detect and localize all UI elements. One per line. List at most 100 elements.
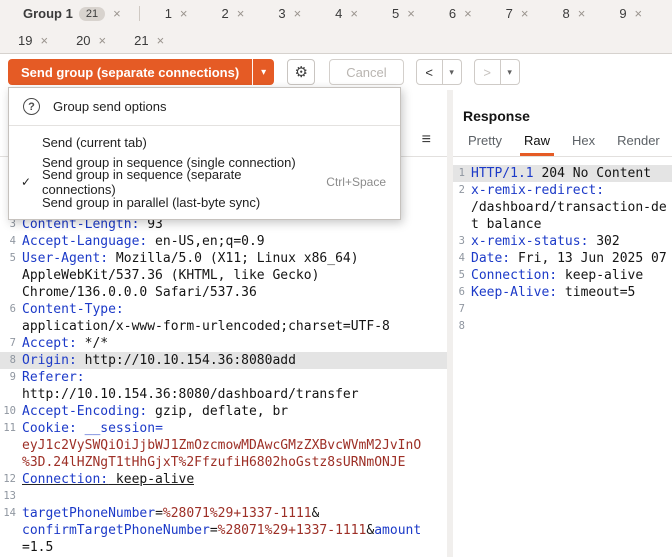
repeater-tab[interactable]: 20 × — [62, 28, 120, 54]
repeater-tab[interactable]: 9 × — [602, 1, 659, 27]
back-button[interactable]: < — [415, 59, 443, 85]
editor-line[interactable]: =1.5 — [0, 539, 447, 556]
repeater-tab[interactable]: 8 × — [545, 1, 602, 27]
repeater-tab[interactable]: 1 × — [148, 1, 205, 27]
close-tab-icon[interactable]: × — [350, 6, 358, 21]
editor-line[interactable]: 14 targetPhoneNumber=%28071%29+1337-1111& — [0, 505, 447, 522]
editor-line[interactable]: 9 Referer: — [0, 369, 447, 386]
line-number — [0, 454, 16, 471]
history-back-group: < ▾ — [415, 59, 462, 85]
editor-line[interactable]: 3 x-remix-status: 302 — [453, 233, 672, 250]
code-text: targetPhoneNumber=%28071%29+1337-1111& — [16, 505, 319, 522]
repeater-tab[interactable]: 7 × — [489, 1, 546, 27]
tab-label: 6 — [448, 6, 457, 21]
editor-line[interactable]: confirmTargetPhoneNumber=%28071%29+1337-… — [0, 522, 447, 539]
code-segment: Accept-Encoding: — [22, 404, 148, 419]
close-tab-icon[interactable]: × — [578, 6, 586, 21]
editor-line[interactable]: application/x-www-form-urlencoded;charse… — [0, 318, 447, 335]
code-text: Content-Type: — [16, 301, 124, 318]
response-tab-raw[interactable]: Raw — [513, 133, 561, 156]
repeater-tab[interactable]: 4 × — [318, 1, 375, 27]
repeater-tab[interactable]: 3 × — [261, 1, 318, 27]
editor-line[interactable]: 11 Cookie: __session= — [0, 420, 447, 437]
close-tab-icon[interactable]: × — [113, 6, 121, 21]
editor-line[interactable]: %3D.24lHZNgT1tHhGjxT%2FfzufiH6802hoGstz8… — [0, 454, 447, 471]
menu-header: ? Group send options — [9, 88, 400, 125]
editor-line[interactable]: 5 Connection: keep-alive — [453, 267, 672, 284]
code-text: %3D.24lHZNgT1tHhGjxT%2FfzufiH6802hoGstz8… — [16, 454, 406, 471]
close-tab-icon[interactable]: × — [521, 6, 529, 21]
repeater-tab[interactable]: 2 × — [205, 1, 262, 27]
line-number: 11 — [3, 422, 16, 434]
menu-item[interactable]: Send group in parallel (last-byte sync) — [9, 192, 400, 212]
editor-menu-icon[interactable]: ≡ — [422, 132, 431, 148]
editor-line[interactable]: 7 — [453, 301, 672, 318]
editor-line[interactable]: 8 — [453, 318, 672, 335]
editor-line[interactable]: 6 Keep-Alive: timeout=5 — [453, 284, 672, 301]
close-tab-icon[interactable]: × — [464, 6, 472, 21]
repeater-tab[interactable]: 21 × — [120, 28, 178, 54]
send-options-caret-icon[interactable]: ▾ — [252, 59, 275, 85]
send-group-label[interactable]: Send group (separate connections) — [8, 59, 253, 85]
menu-item-label: Send (current tab) — [42, 134, 147, 150]
editor-line[interactable]: 7 Accept: */* — [0, 335, 447, 352]
editor-line[interactable]: 1 HTTP/1.1 204 No Content — [453, 165, 672, 182]
code-segment: x-remix-redirect: — [471, 183, 605, 198]
code-segment: Cookie: — [22, 421, 77, 436]
editor-line[interactable]: 4 Date: Fri, 13 Jun 2025 07 — [453, 250, 672, 267]
repeater-tab[interactable]: 6 × — [432, 1, 489, 27]
editor-line[interactable]: AppleWebKit/537.36 (KHTML, like Gecko) — [0, 267, 447, 284]
code-text: HTTP/1.1 204 No Content — [465, 165, 651, 182]
code-text: x-remix-status: 302 — [465, 233, 620, 250]
close-tab-icon[interactable]: × — [294, 6, 302, 21]
code-segment: 204 No Content — [533, 166, 652, 181]
forward-history-caret-icon[interactable]: ▾ — [500, 59, 520, 85]
editor-line[interactable]: 10 Accept-Encoding: gzip, deflate, br — [0, 403, 447, 420]
close-tab-icon[interactable]: × — [40, 33, 48, 48]
settings-button[interactable]: ⚙ — [287, 59, 316, 85]
response-tab-hex[interactable]: Hex — [561, 133, 606, 156]
close-tab-icon[interactable]: × — [99, 33, 107, 48]
editor-line[interactable]: 6 Content-Type: — [0, 301, 447, 318]
repeater-tab[interactable]: 19 × — [4, 28, 62, 54]
code-text: eyJ1c2VySWQiOiJjbWJ1ZmOzcmowMDAwcGMzZXBv… — [16, 437, 421, 454]
cancel-button[interactable]: Cancel — [329, 59, 404, 85]
close-tab-icon[interactable]: × — [407, 6, 415, 21]
forward-button[interactable]: > — [473, 59, 501, 85]
code-segment: Accept: — [22, 336, 77, 351]
close-tab-icon[interactable]: × — [635, 6, 643, 21]
editor-line[interactable]: 12 Connection: keep-alive — [0, 471, 447, 488]
editor-line[interactable]: 2 x-remix-redirect: — [453, 182, 672, 199]
close-tab-icon[interactable]: × — [237, 6, 245, 21]
editor-line[interactable]: 13 — [0, 488, 447, 505]
send-group-button[interactable]: Send group (separate connections) ▾ — [8, 59, 275, 85]
code-text: Accept: */* — [16, 335, 108, 352]
response-title: Response — [463, 108, 530, 124]
editor-line[interactable]: eyJ1c2VySWQiOiJjbWJ1ZmOzcmowMDAwcGMzZXBv… — [0, 437, 447, 454]
response-tab-render[interactable]: Render — [606, 133, 671, 156]
menu-item[interactable]: Send (current tab) — [9, 132, 400, 152]
close-tab-icon[interactable]: × — [157, 33, 165, 48]
editor-line[interactable]: t balance — [453, 216, 672, 233]
tab-label: 7 — [505, 6, 513, 21]
group-tab[interactable]: Group 1 21 × — [13, 1, 137, 27]
close-tab-icon[interactable]: × — [180, 6, 188, 21]
repeater-tab[interactable]: 1 — [659, 1, 672, 27]
line-number — [0, 522, 16, 539]
back-history-caret-icon[interactable]: ▾ — [442, 59, 462, 85]
editor-line[interactable]: Chrome/136.0.0.0 Safari/537.36 — [0, 284, 447, 301]
editor-line[interactable]: 8 Origin: http://10.10.154.36:8080add — [0, 352, 447, 369]
editor-line[interactable]: 4 Accept-Language: en-US,en;q=0.9 — [0, 233, 447, 250]
editor-line[interactable]: http://10.10.154.36:8080/dashboard/trans… — [0, 386, 447, 403]
editor-line[interactable]: 5 User-Agent: Mozilla/5.0 (X11; Linux x86… — [0, 250, 447, 267]
line-number: 14 — [3, 507, 16, 519]
code-segment: timeout=5 — [557, 285, 636, 300]
code-segment: Referer: — [22, 370, 85, 385]
repeater-tab[interactable]: 5 × — [375, 1, 432, 27]
response-editor[interactable]: 1 HTTP/1.1 204 No Content 2 x-remix-redirec… — [453, 157, 672, 557]
line-number — [0, 284, 16, 301]
editor-line[interactable]: /dashboard/transaction-de — [453, 199, 672, 216]
menu-item[interactable]: ✓ Send group in sequence (separate connec… — [9, 167, 400, 197]
response-tab-pretty[interactable]: Pretty — [457, 133, 513, 156]
